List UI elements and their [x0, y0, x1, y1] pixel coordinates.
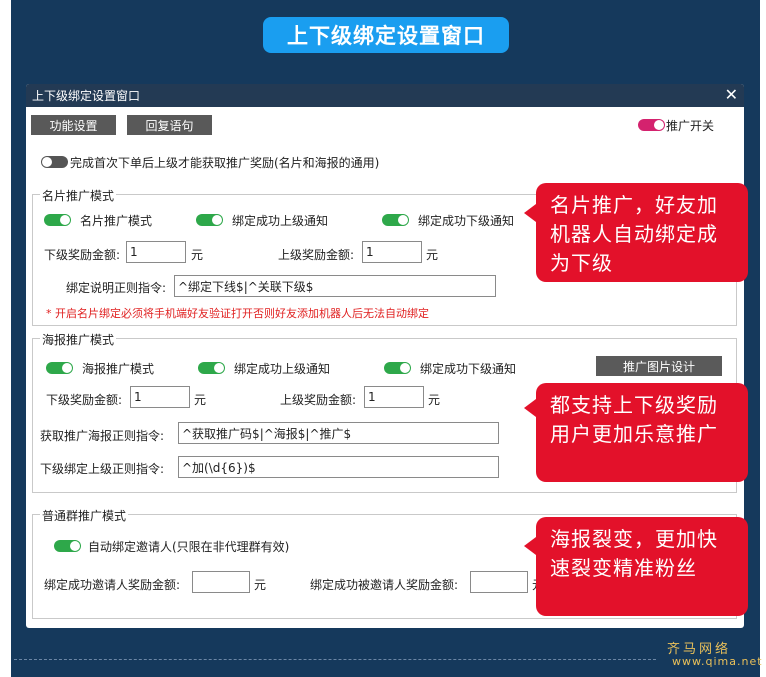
bind-upper-regex-input[interactable]	[178, 456, 499, 478]
poster-notify-upper-toggle[interactable]	[198, 362, 225, 374]
callout-arrow-3	[524, 537, 536, 555]
hero-title: 上下级绑定设置窗口	[263, 17, 509, 53]
card-lower-unit: 元	[191, 248, 204, 262]
poster-mode-toggle[interactable]	[46, 362, 73, 374]
callout-arrow-2	[524, 399, 536, 417]
first-order-toggle[interactable]	[41, 156, 68, 168]
bind-upper-regex-label: 下级绑定上级正则指令:	[40, 462, 165, 476]
close-icon[interactable]: ✕	[725, 86, 738, 104]
window-title: 上下级绑定设置窗口	[32, 89, 141, 103]
card-mode-toggle[interactable]	[44, 214, 71, 226]
card-group-title: 名片推广模式	[40, 187, 117, 204]
poster-notify-lower-label: 绑定成功下级通知	[420, 362, 517, 376]
poster-mode-label: 海报推广模式	[82, 362, 155, 376]
promo-switch-toggle[interactable]	[638, 119, 665, 131]
card-regex-label: 绑定说明正则指令:	[66, 281, 167, 295]
watermark-url: www.qima.net	[672, 655, 763, 668]
card-notify-upper-label: 绑定成功上级通知	[232, 214, 329, 228]
card-lower-reward-input[interactable]	[126, 241, 186, 263]
poster-notify-lower-toggle[interactable]	[384, 362, 411, 374]
card-warning: * 开启名片绑定必须将手机端好友验证打开否则好友添加机器人后无法自动绑定	[46, 307, 429, 320]
poster-notify-upper-label: 绑定成功上级通知	[234, 362, 331, 376]
card-notify-lower-label: 绑定成功下级通知	[418, 214, 515, 228]
card-mode-label: 名片推广模式	[80, 214, 153, 228]
window-titlebar: 上下级绑定设置窗口	[26, 84, 744, 107]
tab-function-settings[interactable]: 功能设置	[31, 115, 116, 135]
invitee-reward-input[interactable]	[470, 571, 528, 593]
tab-reply-text[interactable]: 回复语句	[127, 115, 212, 135]
first-order-label: 完成首次下单后上级才能获取推广奖励(名片和海报的通用)	[70, 156, 380, 170]
inviter-unit: 元	[254, 578, 267, 592]
poster-upper-reward-input[interactable]	[364, 386, 424, 408]
card-lower-reward-label: 下级奖励金额:	[44, 248, 121, 262]
poster-upper-reward-label: 上级奖励金额:	[280, 393, 357, 407]
get-poster-regex-input[interactable]	[178, 422, 499, 444]
callout-rewards: 都支持上下级奖励用户更加乐意推广	[536, 383, 748, 482]
inviter-reward-label: 绑定成功邀请人奖励金额:	[44, 578, 181, 592]
poster-group-title: 海报推广模式	[40, 331, 117, 348]
poster-upper-unit: 元	[428, 393, 441, 407]
card-regex-input[interactable]	[174, 275, 496, 297]
auto-bind-label: 自动绑定邀请人(只限在非代理群有效)	[88, 540, 290, 554]
card-notify-upper-toggle[interactable]	[196, 214, 223, 226]
poster-lower-reward-label: 下级奖励金额:	[46, 393, 123, 407]
card-upper-reward-input[interactable]	[362, 241, 422, 263]
invitee-reward-label: 绑定成功被邀请人奖励金额:	[310, 578, 459, 592]
poster-lower-unit: 元	[194, 393, 207, 407]
card-upper-unit: 元	[426, 248, 439, 262]
card-upper-reward-label: 上级奖励金额:	[278, 248, 355, 262]
card-notify-lower-toggle[interactable]	[382, 214, 409, 226]
promo-switch-label: 推广开关	[666, 119, 715, 133]
get-poster-regex-label: 获取推广海报正则指令:	[40, 429, 165, 443]
group-section-title: 普通群推广模式	[40, 507, 129, 524]
callout-card-promo: 名片推广，好友加机器人自动绑定成为下级	[536, 183, 748, 282]
auto-bind-toggle[interactable]	[54, 540, 81, 552]
callout-arrow-1	[524, 204, 536, 222]
poster-design-button[interactable]: 推广图片设计	[596, 356, 722, 376]
callout-poster-viral: 海报裂变，更加快速裂变精准粉丝	[536, 517, 748, 616]
poster-lower-reward-input[interactable]	[130, 386, 190, 408]
dashed-divider	[14, 659, 656, 660]
inviter-reward-input[interactable]	[192, 571, 250, 593]
